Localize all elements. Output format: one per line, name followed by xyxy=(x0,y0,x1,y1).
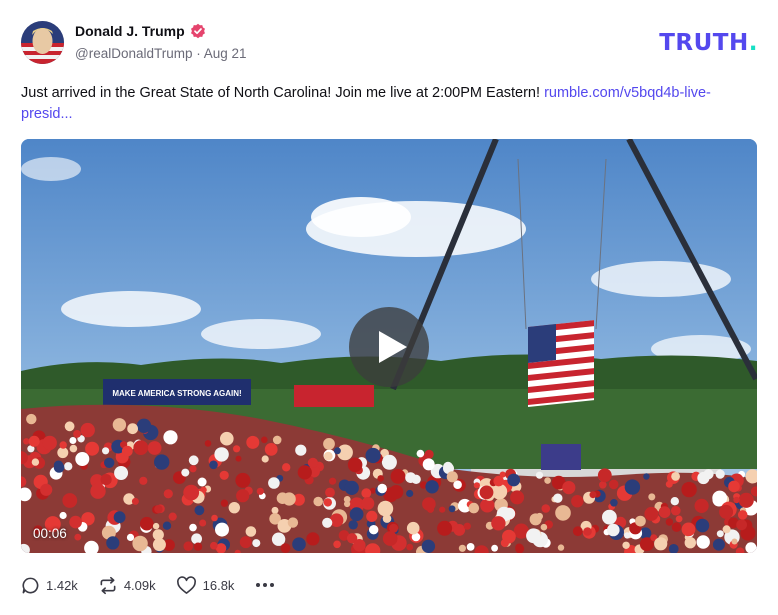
retruth-icon xyxy=(100,576,116,594)
more-dot xyxy=(256,583,261,587)
reply-count: 1.42k xyxy=(46,577,78,593)
post-body: Just arrived in the Great State of North… xyxy=(21,85,545,101)
author-name-text[interactable]: Donald J. Trump xyxy=(75,23,185,39)
meta-separator: · xyxy=(196,46,204,61)
logo-dot: . xyxy=(748,30,758,56)
more-dot xyxy=(270,583,275,587)
author-meta: @realDonaldTrump · Aug 21 xyxy=(75,46,247,61)
like-count: 16.8k xyxy=(202,577,235,593)
play-icon xyxy=(378,331,407,363)
reply-icon xyxy=(22,577,39,593)
play-button[interactable] xyxy=(349,307,429,387)
video-player[interactable]: MAKE AMERICA STRONG AGAIN! 00:06 xyxy=(21,139,757,553)
reply-button[interactable]: 1.42k xyxy=(21,576,78,595)
author-name[interactable]: Donald J. Trump xyxy=(75,23,206,39)
video-duration: 00:06 xyxy=(33,526,67,541)
logo-text: TRUTH xyxy=(659,30,749,56)
like-button[interactable]: 16.8k xyxy=(176,575,235,595)
avatar[interactable] xyxy=(21,21,64,64)
post-text: Just arrived in the Great State of North… xyxy=(21,83,761,125)
author-handle[interactable]: @realDonaldTrump xyxy=(75,46,193,61)
more-dot xyxy=(263,583,268,587)
post-date[interactable]: Aug 21 xyxy=(204,46,247,61)
truth-post: Donald J. Trump @realDonaldTrump · Aug 2… xyxy=(0,0,778,615)
more-icon[interactable] xyxy=(256,583,275,587)
truth-logo[interactable]: TRUTH. xyxy=(659,30,758,56)
post-actions: 1.42k 4.09k 16.8k xyxy=(21,572,275,598)
rally-banner-text: MAKE AMERICA STRONG AGAIN! xyxy=(112,389,241,398)
retruth-count: 4.09k xyxy=(123,577,156,593)
like-icon xyxy=(176,575,196,594)
verified-icon xyxy=(190,23,206,39)
retruth-button[interactable]: 4.09k xyxy=(98,576,156,595)
